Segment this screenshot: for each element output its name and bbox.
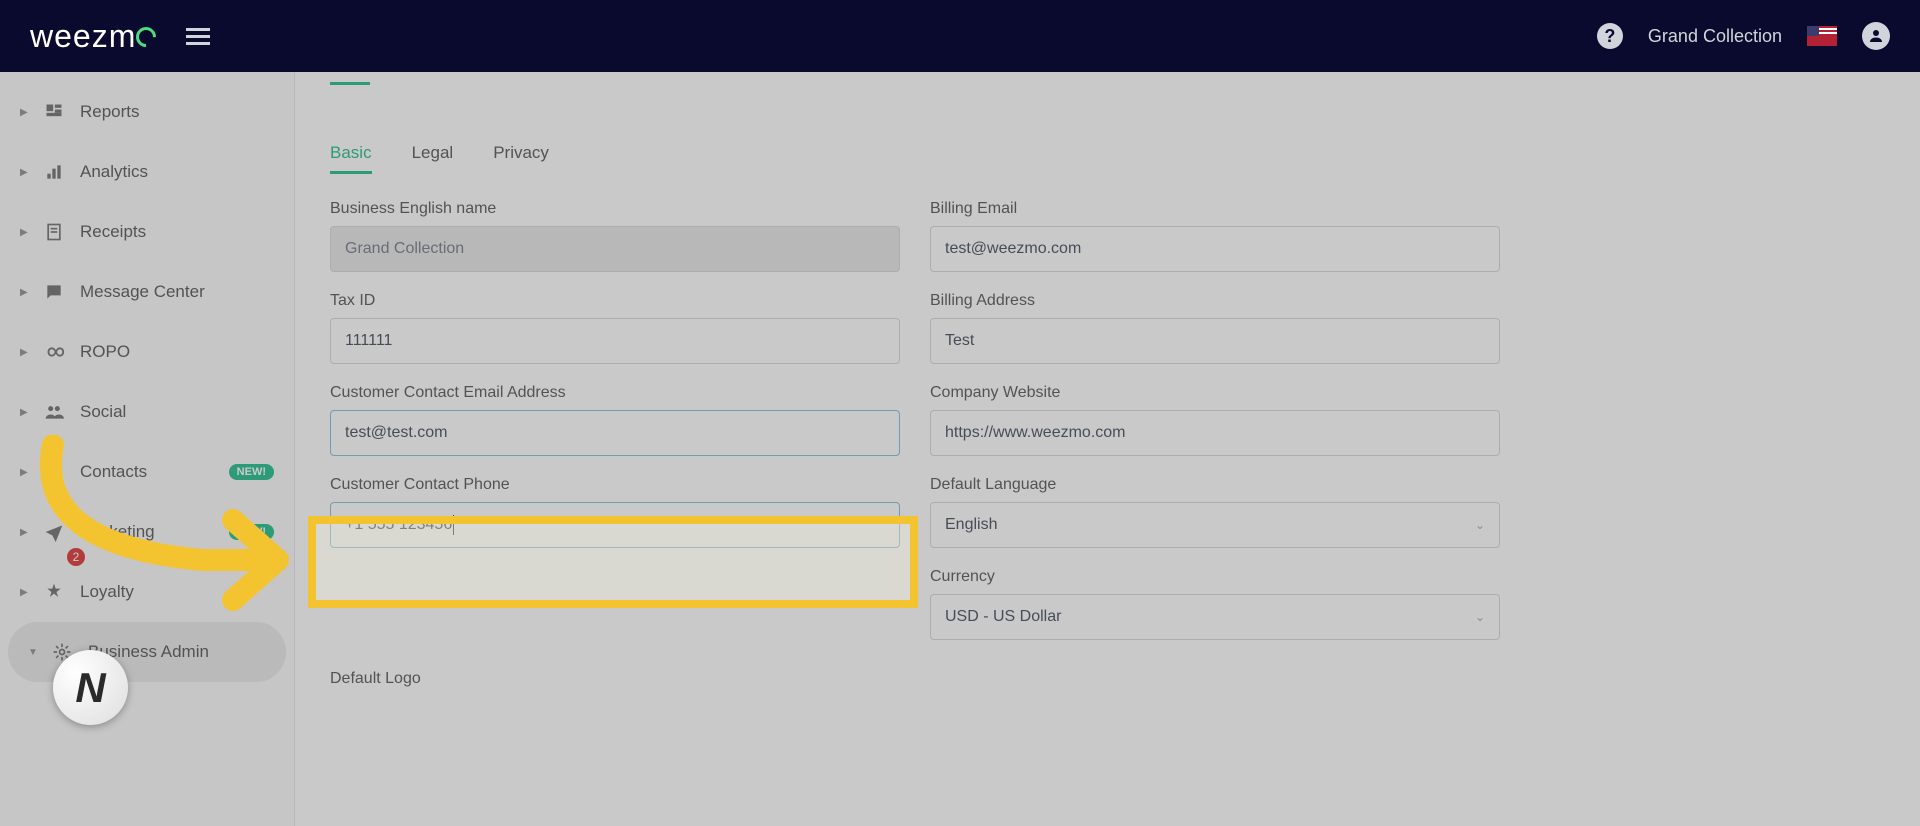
people-icon [42, 400, 66, 424]
chevron-right-icon: ▶ [20, 467, 28, 478]
logo: weezm [30, 18, 156, 55]
default-language-value: English [945, 516, 997, 534]
chevron-right-icon: ▶ [20, 347, 28, 358]
sidebar-item-label: Loyalty [80, 582, 274, 602]
send-icon [42, 520, 66, 544]
default-language-label: Default Language [930, 476, 1500, 494]
sidebar-item-label: Analytics [80, 162, 274, 182]
business-name-input[interactable] [330, 226, 900, 272]
help-icon[interactable]: ? [1597, 23, 1623, 49]
sidebar-item-reports[interactable]: ▶ Reports [0, 82, 294, 142]
chevron-right-icon: ▶ [20, 407, 28, 418]
app-header: weezm ? Grand Collection [0, 0, 1920, 72]
default-language-select[interactable]: English ⌄ [930, 502, 1500, 548]
receipt-icon [42, 220, 66, 244]
chevron-right-icon: ▶ [20, 167, 28, 178]
org-name-label[interactable]: Grand Collection [1648, 26, 1782, 47]
currency-value: USD - US Dollar [945, 608, 1061, 626]
currency-label: Currency [930, 568, 1500, 586]
sidebar-item-receipts[interactable]: ▶ Receipts [0, 202, 294, 262]
chevron-right-icon: ▶ [20, 527, 28, 538]
menu-toggle-button[interactable] [186, 24, 210, 49]
infinity-icon [42, 340, 66, 364]
chevron-down-icon: ▼ [28, 647, 36, 658]
text-cursor-icon [453, 515, 454, 535]
chart-icon [42, 160, 66, 184]
flag-us-icon[interactable] [1807, 26, 1837, 46]
company-website-label: Company Website [930, 384, 1500, 402]
billing-email-label: Billing Email [930, 200, 1500, 218]
currency-select[interactable]: USD - US Dollar ⌄ [930, 594, 1500, 640]
sidebar-item-message-center[interactable]: ▶ Message Center [0, 262, 294, 322]
sidebar-item-label: Reports [80, 102, 274, 122]
notification-badge: 2 [67, 548, 85, 566]
sidebar-item-contacts[interactable]: ▶ Contacts NEW! [0, 442, 294, 502]
contact-phone-value: +1 555 123456 [345, 516, 452, 534]
billing-email-input[interactable] [930, 226, 1500, 272]
sidebar-item-ropo[interactable]: ▶ ROPO [0, 322, 294, 382]
contact-phone-label: Customer Contact Phone [330, 476, 900, 494]
chevron-down-icon: ⌄ [1475, 610, 1485, 624]
chevron-right-icon: ▶ [20, 107, 28, 118]
new-badge: NEW! [229, 524, 274, 540]
chevron-down-icon: ⌄ [1475, 518, 1485, 532]
sidebar-item-label: Contacts [80, 462, 221, 482]
chevron-right-icon: ▶ [20, 587, 28, 598]
contact-phone-input[interactable]: +1 555 123456 [330, 502, 900, 548]
sidebar-item-loyalty[interactable]: ▶ Loyalty 2 [0, 562, 294, 622]
logo-text: weezm [30, 18, 136, 54]
main-content: Basic Legal Privacy Business English nam… [295, 72, 1920, 826]
form-grid: Business English name Billing Email Tax … [330, 200, 1885, 640]
chevron-right-icon: ▶ [20, 287, 28, 298]
company-website-input[interactable] [930, 410, 1500, 456]
sidebar-item-label: ROPO [80, 342, 274, 362]
subtab-basic[interactable]: Basic [330, 135, 372, 174]
chevron-right-icon: ▶ [20, 227, 28, 238]
sidebar-item-social[interactable]: ▶ Social [0, 382, 294, 442]
sidebar-item-analytics[interactable]: ▶ Analytics [0, 142, 294, 202]
sidebar-item-label: Social [80, 402, 274, 422]
user-avatar-icon[interactable] [1862, 22, 1890, 50]
business-name-label: Business English name [330, 200, 900, 218]
message-icon [42, 280, 66, 304]
tax-id-label: Tax ID [330, 292, 900, 310]
subtab-privacy[interactable]: Privacy [493, 135, 549, 174]
billing-address-label: Billing Address [930, 292, 1500, 310]
subtabs: Basic Legal Privacy [330, 135, 1885, 175]
dashboard-icon [42, 100, 66, 124]
guide-widget-icon[interactable]: N [53, 650, 128, 725]
contact-email-label: Customer Contact Email Address [330, 384, 900, 402]
logo-o-icon [132, 22, 160, 50]
contact-email-input[interactable] [330, 410, 900, 456]
sidebar-item-label: Marketing [80, 522, 221, 542]
default-logo-label: Default Logo [330, 670, 1885, 688]
sidebar-item-label: Message Center [80, 282, 274, 302]
tax-id-input[interactable] [330, 318, 900, 364]
sidebar-item-marketing[interactable]: ▶ Marketing NEW! [0, 502, 294, 562]
sidebar-item-label: Receipts [80, 222, 274, 242]
new-badge: NEW! [229, 464, 274, 480]
sidebar-item-business-admin[interactable]: ▼ Business Admin [8, 622, 286, 682]
contact-icon [42, 460, 66, 484]
loyalty-icon [42, 580, 66, 604]
subtab-legal[interactable]: Legal [412, 135, 454, 174]
billing-address-input[interactable] [930, 318, 1500, 364]
sidebar: ▶ Reports ▶ Analytics ▶ Receipts ▶ Messa… [0, 72, 295, 826]
